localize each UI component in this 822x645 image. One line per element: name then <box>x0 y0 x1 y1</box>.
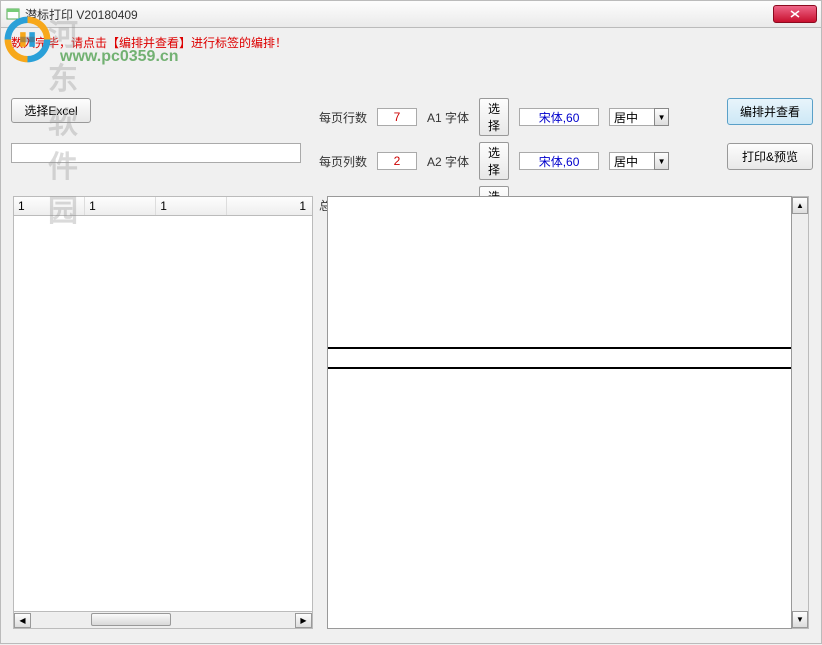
a2-align-dropdown-arrow[interactable]: ▼ <box>654 152 669 170</box>
cols-label: 每页列数 <box>319 153 367 170</box>
hscroll-track[interactable] <box>31 613 295 628</box>
arrange-view-button[interactable]: 编排并查看 <box>727 98 813 125</box>
a2-align-select[interactable] <box>609 152 654 170</box>
list-header: 1 1 1 1 <box>13 196 313 216</box>
rows-label: 每页行数 <box>319 109 367 126</box>
close-button[interactable] <box>773 5 817 23</box>
a1-align-select[interactable] <box>609 108 654 126</box>
a2-font-select-button[interactable]: 选择 <box>479 142 509 180</box>
window-title: 潜标打印 V20180409 <box>25 6 773 23</box>
preview-canvas[interactable] <box>327 196 792 629</box>
title-bar: 潜标打印 V20180409 <box>0 0 822 28</box>
hint-text: 数入完毕，请点击【编排并查看】进行标签的编排！ <box>11 34 811 52</box>
close-icon <box>790 10 800 18</box>
a1-font-label: A1 字体 <box>427 109 469 126</box>
app-icon <box>5 6 21 22</box>
data-list-panel: 1 1 1 1 ◀ ▶ <box>13 196 313 629</box>
list-hscrollbar[interactable]: ◀ ▶ <box>13 612 313 629</box>
list-body[interactable] <box>13 216 313 612</box>
hscroll-left-arrow[interactable]: ◀ <box>14 613 31 628</box>
preview-separator-1 <box>328 347 791 349</box>
cols-input[interactable] <box>377 152 417 170</box>
a1-font-select-button[interactable]: 选择 <box>479 98 509 136</box>
preview-separator-2 <box>328 367 791 369</box>
a1-font-display[interactable] <box>519 108 599 126</box>
list-col-4[interactable]: 1 <box>227 197 312 215</box>
excel-path-input[interactable] <box>11 143 301 163</box>
list-col-2[interactable]: 1 <box>85 197 156 215</box>
list-col-1[interactable]: 1 <box>14 197 85 215</box>
list-col-3[interactable]: 1 <box>156 197 227 215</box>
a2-font-display[interactable] <box>519 152 599 170</box>
a1-align-dropdown-arrow[interactable]: ▼ <box>654 108 669 126</box>
rows-input[interactable] <box>377 108 417 126</box>
preview-panel: ▲ ▼ <box>327 196 809 629</box>
vscroll-up-arrow[interactable]: ▲ <box>792 197 808 214</box>
print-preview-button[interactable]: 打印&预览 <box>727 143 813 170</box>
preview-vscrollbar[interactable]: ▲ ▼ <box>792 196 809 629</box>
select-excel-button[interactable]: 选择Excel <box>11 98 91 123</box>
vscroll-track[interactable] <box>792 214 808 611</box>
hscroll-right-arrow[interactable]: ▶ <box>295 613 312 628</box>
hscroll-thumb[interactable] <box>91 613 171 626</box>
vscroll-down-arrow[interactable]: ▼ <box>792 611 808 628</box>
a2-font-label: A2 字体 <box>427 153 469 170</box>
